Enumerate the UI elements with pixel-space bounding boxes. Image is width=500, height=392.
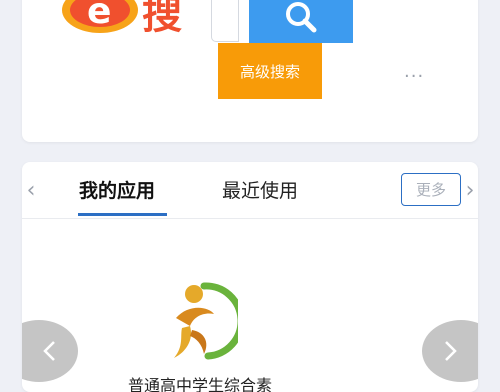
tabs-prev-arrow[interactable]: ‹ [22,180,40,204]
carousel-next-button[interactable] [422,320,478,382]
tabs-divider [22,218,478,219]
search-button[interactable] [249,0,353,43]
search-icon [286,1,317,32]
search-input[interactable] [211,0,239,42]
chevron-left-icon [43,341,55,361]
more-dots-icon[interactable]: ··· [404,66,424,87]
app-name: 普通高中学生综合素 [128,376,273,392]
svg-text:搜: 搜 [142,0,182,38]
chevron-right-icon [445,341,457,361]
tabs-next-arrow[interactable]: › [462,180,478,204]
app-item-student-quality[interactable]: 普通高中学生综合素 [118,280,288,392]
carousel-prev-button[interactable] [22,320,78,382]
search-card: e 搜 高级搜索 ··· [22,0,478,142]
svg-text:e: e [87,0,111,32]
e-sou-logo: e 搜 [62,0,182,38]
tab-recent[interactable]: 最近使用 [222,176,298,203]
advanced-search-button[interactable]: 高级搜索 [218,43,322,99]
tab-my-apps[interactable]: 我的应用 [79,176,155,203]
more-button[interactable]: 更多 [401,173,461,206]
apps-card: ‹ 我的应用 最近使用 更多 › 普通高中学生综合素 [22,162,478,392]
student-quality-icon [174,282,238,360]
active-tab-indicator [78,213,167,216]
